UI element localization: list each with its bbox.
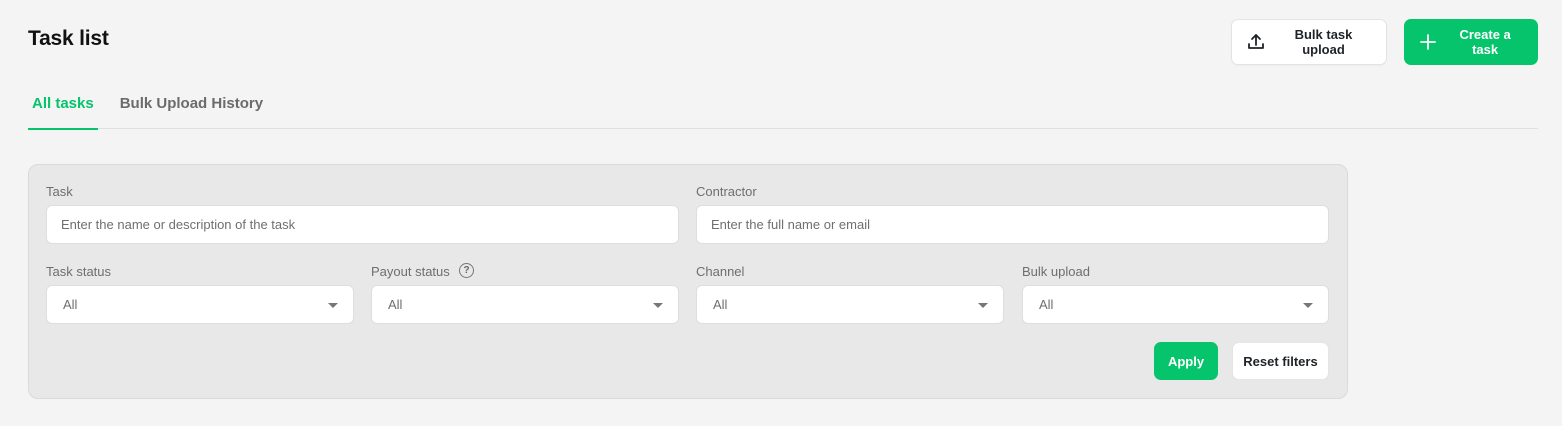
create-task-button[interactable]: Create a task [1404, 19, 1538, 65]
header-actions: Bulk task upload Create a task [1231, 19, 1538, 65]
channel-label: Channel [696, 264, 745, 279]
plus-icon [1418, 32, 1437, 52]
tab-bulk-upload-history[interactable]: Bulk Upload History [116, 78, 267, 129]
channel-select[interactable]: All [696, 285, 1004, 324]
bulk-task-upload-button[interactable]: Bulk task upload [1231, 19, 1387, 65]
caret-down-icon [1303, 302, 1313, 308]
bulk-task-upload-label: Bulk task upload [1294, 27, 1353, 57]
help-circle-icon[interactable]: ? [459, 263, 474, 278]
tab-all-tasks[interactable]: All tasks [28, 78, 98, 130]
bulk-upload-value: All [1039, 297, 1054, 312]
caret-down-icon [653, 302, 663, 308]
apply-button[interactable]: Apply [1154, 342, 1218, 380]
bulk-upload-select[interactable]: All [1022, 285, 1329, 324]
task-status-label: Task status [46, 264, 112, 279]
contractor-search-input[interactable] [696, 205, 1329, 244]
caret-down-icon [328, 302, 338, 308]
reset-filters-button[interactable]: Reset filters [1232, 342, 1329, 380]
create-task-label: Create a task [1459, 27, 1511, 57]
payout-status-value: All [388, 297, 403, 312]
filter-panel: Task Contractor Task status All Payout s… [28, 164, 1348, 399]
page-title: Task list [28, 27, 109, 50]
tab-bar: All tasks Bulk Upload History [28, 78, 1538, 130]
task-search-input[interactable] [46, 205, 679, 244]
task-list-page: Task list Bulk task upload Create a task [0, 0, 1562, 426]
contractor-filter-label: Contractor [696, 184, 757, 199]
task-filter-label: Task [46, 184, 73, 199]
task-status-select[interactable]: All [46, 285, 354, 324]
caret-down-icon [978, 302, 988, 308]
bulk-upload-label: Bulk upload [1022, 264, 1090, 279]
upload-icon [1246, 32, 1266, 52]
payout-status-select[interactable]: All [371, 285, 679, 324]
channel-value: All [713, 297, 728, 312]
task-status-value: All [63, 297, 78, 312]
payout-status-label: Payout status [371, 264, 450, 279]
